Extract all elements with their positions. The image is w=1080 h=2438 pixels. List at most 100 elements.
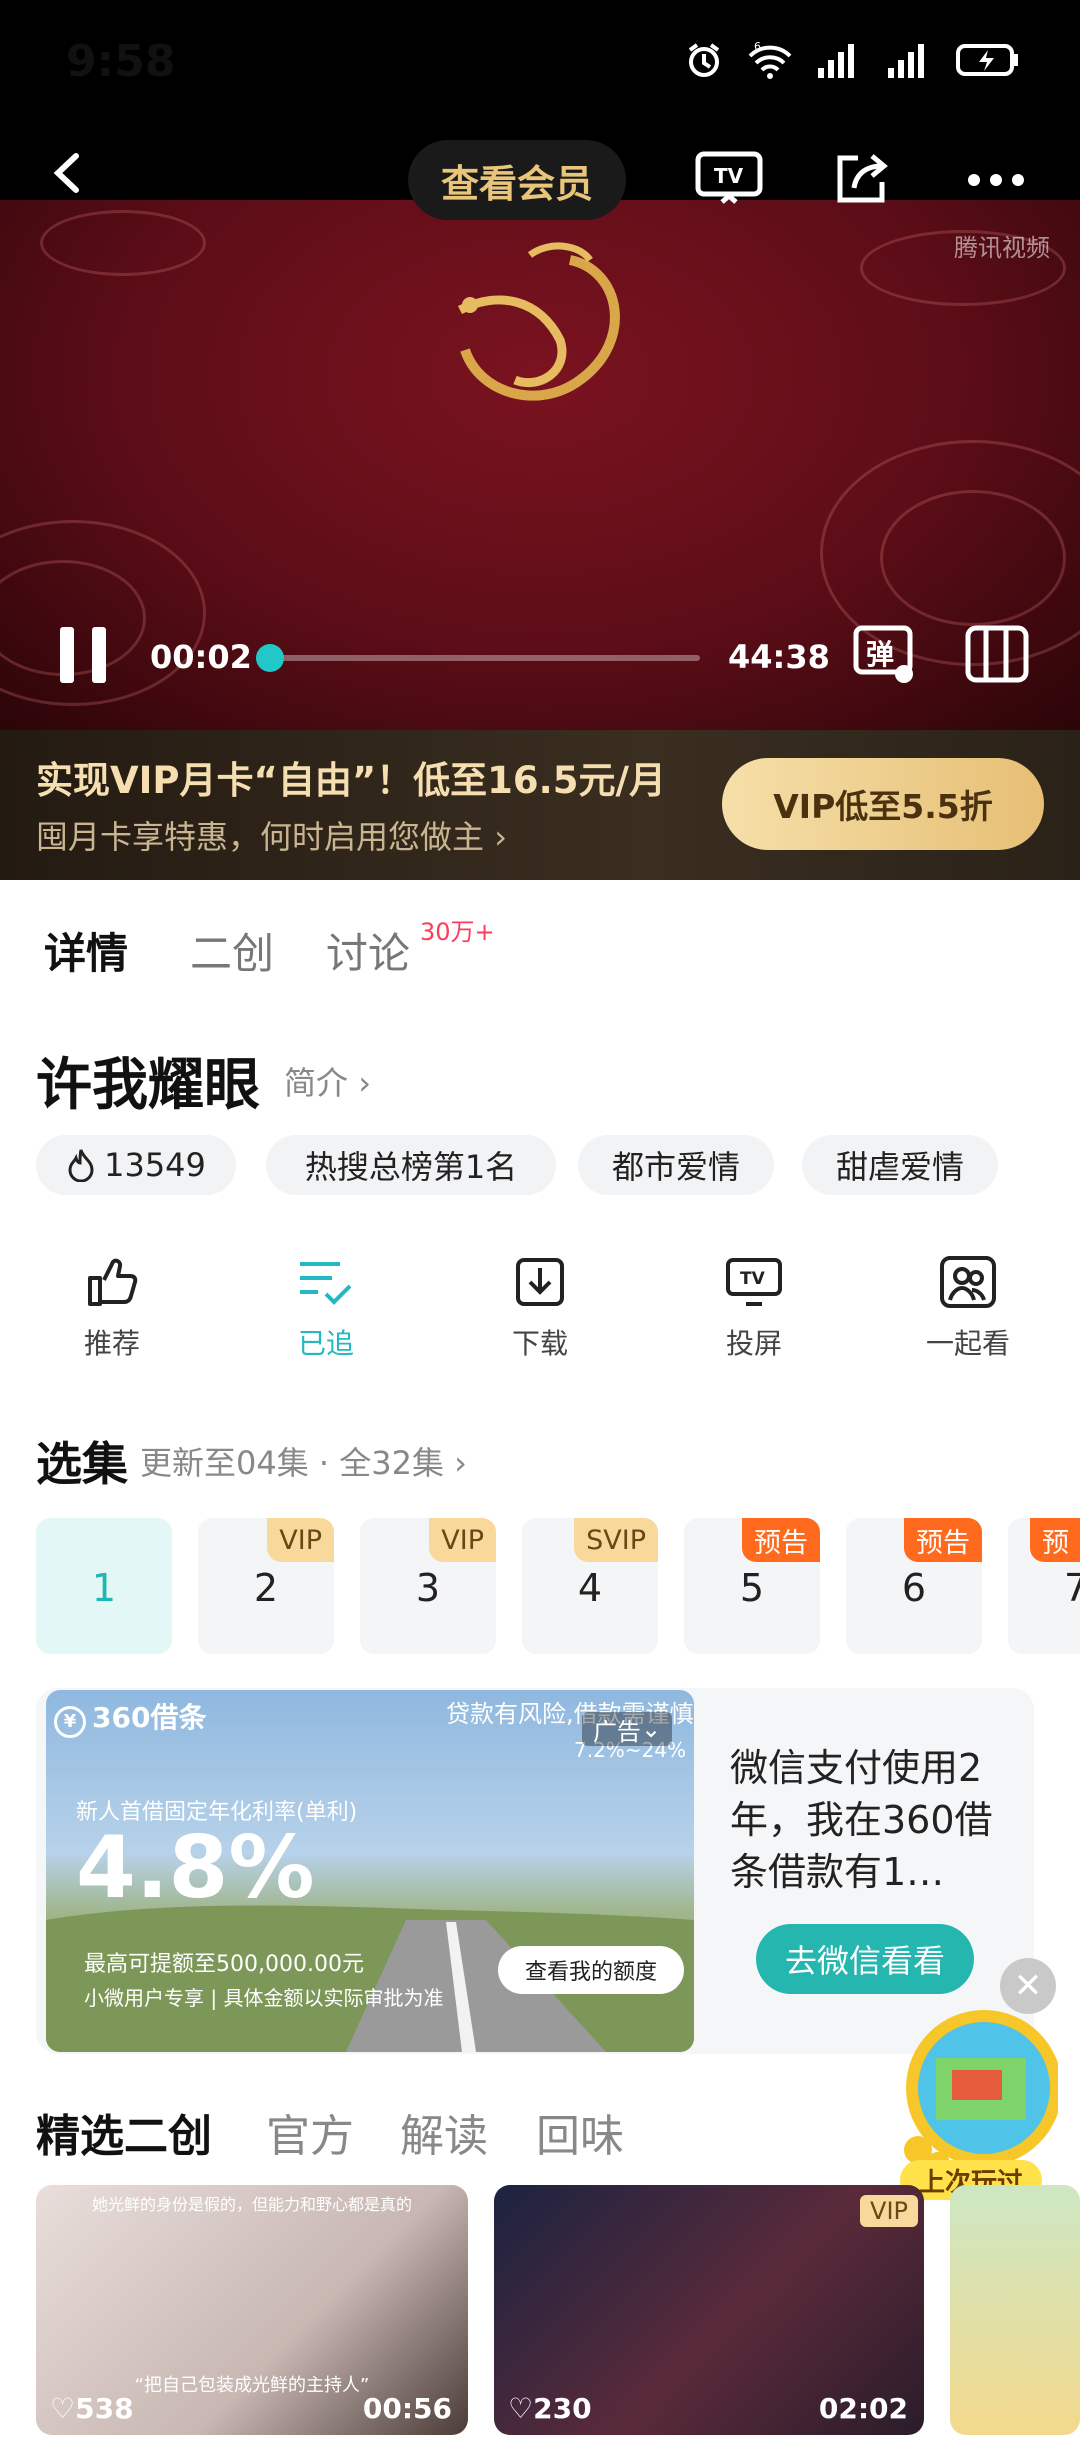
- watch-together-label: 一起看: [925, 1327, 1010, 1360]
- intro-link-text: 简介: [284, 1064, 349, 1102]
- vip-badge: VIP: [267, 1518, 334, 1562]
- episode-6[interactable]: 预告 6: [846, 1518, 982, 1654]
- current-time: 00:02: [150, 638, 252, 676]
- share-icon: [837, 154, 888, 203]
- episode-2[interactable]: VIP 2: [198, 1518, 334, 1654]
- fullscreen-button[interactable]: [964, 624, 1030, 688]
- vip-discount-button[interactable]: VIP低至5.5折: [722, 758, 1044, 850]
- floating-game-widget[interactable]: 上次玩过: [874, 2000, 1062, 2200]
- video-duration: 02:02: [818, 2392, 908, 2425]
- svg-text:TV: TV: [714, 164, 744, 188]
- tv-cast-button[interactable]: TV: [694, 150, 764, 214]
- tab-interpretation[interactable]: 解读: [400, 2100, 488, 2164]
- tv-cast-icon: TV: [726, 1258, 782, 1306]
- svg-text:TV: TV: [740, 1269, 766, 1289]
- tag-urban-romance[interactable]: 都市爱情: [578, 1135, 774, 1195]
- episode-number: 2: [253, 1566, 279, 1610]
- status-time: 9:58: [66, 36, 176, 87]
- tab-discussion[interactable]: 讨论: [326, 920, 410, 981]
- battery-charging-icon: [956, 44, 1018, 76]
- episode-number: 1: [91, 1566, 117, 1610]
- episode-3[interactable]: VIP 3: [360, 1518, 496, 1654]
- episode-1[interactable]: 1: [36, 1518, 172, 1654]
- watch-together-icon: [940, 1256, 996, 1308]
- promo-title: 实现VIP月卡“自由”！低至16.5元/月: [36, 759, 666, 802]
- episode-7[interactable]: 预 7: [1008, 1518, 1080, 1654]
- cast-button[interactable]: TV 投屏: [684, 1250, 824, 1362]
- danmaku-button[interactable]: 弹: [852, 624, 918, 684]
- wifi-icon: 6: [748, 40, 792, 79]
- view-membership-button[interactable]: 查看会员: [408, 140, 626, 220]
- phoenix-logo-icon: [457, 242, 620, 401]
- cast-label: 投屏: [725, 1327, 782, 1360]
- episode-5[interactable]: 预告 5: [684, 1518, 820, 1654]
- ad-notice: 小微用户专享 | 具体金额以实际审批为准: [84, 1986, 444, 2010]
- fan-work-thumbnail[interactable]: 她光鲜的身份是假的，但能力和野心都是真的 “把自己包装成光鲜的主持人” ♡538…: [36, 2185, 468, 2435]
- episode-4[interactable]: SVIP 4: [522, 1518, 658, 1654]
- status-icons: 6: [684, 40, 1020, 80]
- video-duration: 00:56: [362, 2392, 452, 2425]
- tab-recap[interactable]: 回味: [536, 2100, 624, 2164]
- episode-number: 3: [415, 1566, 441, 1610]
- duration: 44:38: [728, 638, 830, 676]
- download-label: 下载: [511, 1327, 568, 1360]
- tag-hot-search[interactable]: 热搜总榜第1名: [266, 1135, 556, 1195]
- download-icon: [516, 1258, 564, 1306]
- following-label: 已追: [297, 1327, 354, 1360]
- chevron-right-icon: ›: [494, 818, 507, 856]
- svip-badge: SVIP: [574, 1518, 658, 1562]
- signal-icon-2: [888, 44, 924, 78]
- thumb-vip-badge: VIP: [860, 2195, 918, 2227]
- pause-button[interactable]: [58, 625, 110, 689]
- back-button[interactable]: [44, 148, 94, 198]
- recommend-button[interactable]: 推荐: [42, 1250, 182, 1362]
- download-button[interactable]: 下载: [470, 1250, 610, 1362]
- intro-link[interactable]: 简介 ›: [284, 1058, 371, 1104]
- episode-number: 5: [739, 1566, 765, 1610]
- recommend-label: 推荐: [83, 1327, 140, 1360]
- likes-value: 538: [75, 2392, 134, 2425]
- ad-label[interactable]: 广告 ⌄: [582, 1712, 672, 1746]
- show-title: 许我耀眼: [36, 1053, 260, 1118]
- progress-track[interactable]: [270, 655, 700, 661]
- watch-together-button[interactable]: 一起看: [898, 1250, 1038, 1362]
- episode-number: 4: [577, 1566, 603, 1610]
- heart-icon: ♡: [50, 2392, 76, 2425]
- episodes-title: 选集: [36, 1437, 128, 1491]
- rotate-screen-icon: [965, 625, 1029, 683]
- thumb-caption: 她光鲜的身份是假的，但能力和野心都是真的: [91, 2195, 412, 2214]
- episodes-info-text: 更新至04集 · 全32集: [140, 1444, 444, 1482]
- ad-cta-button[interactable]: 去微信看看: [756, 1924, 974, 1994]
- fan-work-thumbnail-partial[interactable]: [950, 2185, 1080, 2435]
- tag-sweet-romance[interactable]: 甜虐爱情: [802, 1135, 998, 1195]
- likes-count: ♡230: [508, 2392, 592, 2425]
- ad-quota-button[interactable]: 查看我的额度: [498, 1946, 684, 1994]
- tab-official[interactable]: 官方: [266, 2100, 354, 2164]
- preview-badge: 预告: [742, 1518, 820, 1562]
- promo-subtitle[interactable]: 囤月卡享特惠，何时启用您做主 ›: [36, 812, 507, 858]
- following-list-icon: [300, 1262, 352, 1305]
- tab-selected-fan-works[interactable]: 精选二创: [36, 2100, 212, 2164]
- episode-number: 6: [901, 1566, 927, 1610]
- chevron-right-icon: ›: [348, 1064, 371, 1102]
- fan-work-thumbnail[interactable]: VIP ♡230 02:02: [494, 2185, 924, 2435]
- more-icon: [968, 174, 1024, 186]
- episodes-info[interactable]: 更新至04集 · 全32集 ›: [140, 1438, 467, 1484]
- tab-details[interactable]: 详情: [44, 920, 128, 981]
- following-button[interactable]: 已追: [256, 1250, 396, 1362]
- game-icon: [904, 2010, 1062, 2176]
- ad-rate: 4.8%: [76, 1818, 315, 1918]
- ad-max-amount: 最高可提额至500,000.00元: [84, 1952, 364, 1977]
- share-button[interactable]: [830, 148, 894, 212]
- progress-knob[interactable]: [256, 644, 284, 672]
- ad-brand-text: 360借条: [92, 1701, 207, 1734]
- heat-value: 13549: [104, 1146, 206, 1184]
- ad-label-text: 广告: [592, 1717, 641, 1746]
- tab-fan-works[interactable]: 二创: [190, 920, 274, 981]
- heart-icon: ♡: [508, 2392, 534, 2425]
- chevron-down-icon: ⌄: [640, 1715, 662, 1743]
- heat-tag[interactable]: 13549: [36, 1135, 236, 1195]
- likes-value: 230: [533, 2392, 592, 2425]
- ad-brand: ¥360借条: [54, 1696, 206, 1738]
- more-button[interactable]: [966, 172, 1026, 192]
